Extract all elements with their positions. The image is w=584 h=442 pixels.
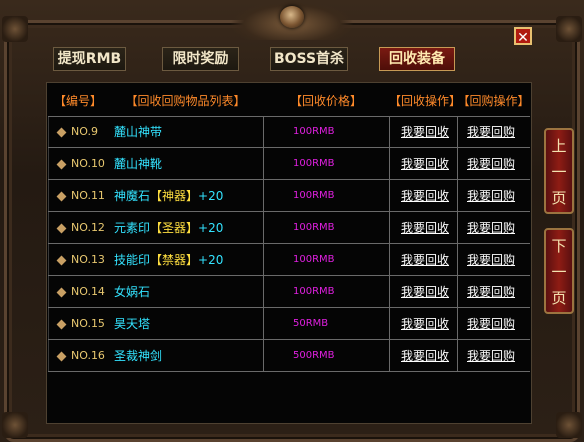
item-id: NO.9 — [56, 117, 98, 147]
buyback-link[interactable]: 我要回购 — [467, 277, 515, 307]
prev-page-label: 上 — [551, 137, 567, 155]
ornament-gem-icon — [280, 6, 304, 28]
table-row: NO.9 麓山神带 100RMB 我要回收 我要回购 — [48, 117, 530, 148]
prev-page-label: 页 — [551, 189, 567, 207]
item-name: 麓山神靴 — [114, 157, 163, 171]
recycle-link[interactable]: 我要回收 — [401, 117, 449, 147]
corner-ornament-icon — [556, 16, 582, 42]
header-price: 【回收价格】 — [289, 94, 362, 108]
item-id: NO.13 — [56, 245, 105, 275]
item-price: 500RMB — [293, 350, 335, 361]
item-id: NO.15 — [56, 309, 105, 339]
table-row: NO.15 昊天塔 50RMB 我要回收 我要回购 — [48, 309, 530, 340]
next-page-button[interactable]: 下 一 页 — [544, 228, 574, 314]
diamond-bullet-icon — [56, 351, 67, 361]
item-price: 100RMB — [293, 254, 335, 265]
diamond-bullet-icon — [56, 127, 67, 137]
buyback-link[interactable]: 我要回购 — [467, 245, 515, 275]
buyback-link[interactable]: 我要回购 — [467, 149, 515, 179]
corner-ornament-icon — [556, 412, 582, 438]
next-page-label: 一 — [551, 263, 567, 281]
diamond-bullet-icon — [56, 319, 67, 329]
next-page-label: 下 — [551, 237, 567, 255]
header-recycle-op: 【回收操作】 — [389, 94, 462, 108]
item-id: NO.10 — [56, 149, 105, 179]
table-row: NO.13 技能印【禁器】+20 100RMB 我要回收 我要回购 — [48, 245, 530, 276]
item-name: 元素印【圣器】+20 — [114, 221, 224, 235]
recycle-link[interactable]: 我要回收 — [401, 149, 449, 179]
item-price: 100RMB — [293, 190, 335, 201]
next-page-label: 页 — [551, 289, 567, 307]
diamond-bullet-icon — [56, 191, 67, 201]
item-name: 神魔石【神器】+20 — [114, 189, 224, 203]
item-name: 麓山神带 — [114, 125, 163, 139]
buyback-link[interactable]: 我要回购 — [467, 309, 515, 339]
item-price: 100RMB — [293, 222, 335, 233]
item-name: 女娲石 — [114, 285, 151, 299]
tab-boss-first-kill[interactable]: BOSS首杀 — [270, 47, 348, 71]
tab-recycle-equipment[interactable]: 回收装备 — [379, 47, 455, 71]
diamond-bullet-icon — [56, 255, 67, 265]
buyback-link[interactable]: 我要回购 — [467, 341, 515, 371]
item-id: NO.16 — [56, 341, 105, 371]
recycle-link[interactable]: 我要回收 — [401, 245, 449, 275]
diamond-bullet-icon — [56, 287, 67, 297]
close-button[interactable]: ✕ — [514, 27, 532, 46]
item-price: 100RMB — [293, 158, 335, 169]
prev-page-label: 一 — [551, 163, 567, 181]
table-row: NO.10 麓山神靴 100RMB 我要回收 我要回购 — [48, 149, 530, 180]
table-row: NO.14 女娲石 100RMB 我要回收 我要回购 — [48, 277, 530, 308]
recycle-link[interactable]: 我要回收 — [401, 181, 449, 211]
diamond-bullet-icon — [56, 223, 67, 233]
item-id: NO.11 — [56, 181, 105, 211]
item-id: NO.12 — [56, 213, 105, 243]
table-row: NO.11 神魔石【神器】+20 100RMB 我要回收 我要回购 — [48, 181, 530, 212]
prev-page-button[interactable]: 上 一 页 — [544, 128, 574, 214]
header-item-list: 【回收回购物品列表】 — [125, 94, 246, 108]
buyback-link[interactable]: 我要回购 — [467, 213, 515, 243]
header-buyback-op: 【回购操作】 — [457, 94, 530, 108]
item-id: NO.14 — [56, 277, 105, 307]
item-name: 技能印【禁器】+20 — [114, 253, 224, 267]
item-name: 圣裁神剑 — [114, 349, 163, 363]
recycle-link[interactable]: 我要回收 — [401, 213, 449, 243]
diamond-bullet-icon — [56, 159, 67, 169]
recycle-link[interactable]: 我要回收 — [401, 277, 449, 307]
item-name: 昊天塔 — [114, 317, 151, 331]
recycle-link[interactable]: 我要回收 — [401, 309, 449, 339]
header-id: 【编号】 — [53, 94, 102, 108]
item-price: 100RMB — [293, 126, 335, 137]
corner-ornament-icon — [2, 412, 28, 438]
table-row: NO.16 圣裁神剑 500RMB 我要回收 我要回购 — [48, 341, 530, 372]
buyback-link[interactable]: 我要回购 — [467, 181, 515, 211]
corner-ornament-icon — [2, 16, 28, 42]
buyback-link[interactable]: 我要回购 — [467, 117, 515, 147]
tab-limited-reward[interactable]: 限时奖励 — [162, 47, 239, 71]
item-price: 50RMB — [293, 318, 329, 329]
recycle-link[interactable]: 我要回收 — [401, 341, 449, 371]
tab-withdraw-rmb[interactable]: 提现RMB — [53, 47, 126, 71]
item-price: 100RMB — [293, 286, 335, 297]
table-row: NO.12 元素印【圣器】+20 100RMB 我要回收 我要回购 — [48, 213, 530, 244]
